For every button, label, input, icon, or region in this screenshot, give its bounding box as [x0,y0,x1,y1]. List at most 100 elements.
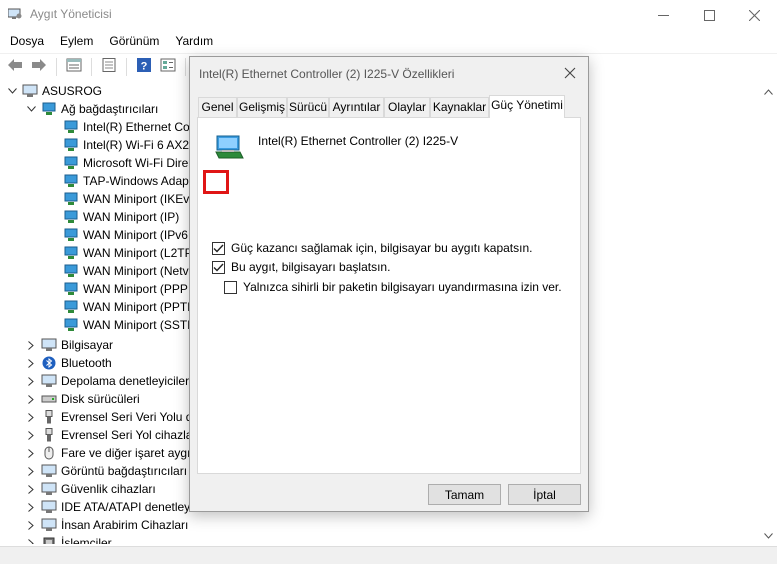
tree-adapter-item[interactable]: WAN Miniport (PPTF [63,298,195,316]
tree-adapter-label: Microsoft Wi-Fi Dire [83,156,189,170]
tab-surucu[interactable]: Sürücü [287,97,329,117]
back-arrow-icon [7,58,23,75]
option-wake-computer-label: Bu aygıt, bilgisayarı başlatsın. [231,260,391,274]
tree-adapter-item[interactable]: Intel(R) Wi-Fi 6 AX20 [63,136,196,154]
device-manager-icon [7,8,22,20]
scroll-down-icon[interactable] [764,528,773,542]
disk-drive-icon [41,392,57,406]
back-button[interactable] [4,56,26,78]
cancel-button[interactable]: İptal [508,484,581,505]
tab-kaynaklar[interactable]: Kaynaklar [430,97,489,117]
tree-category-item[interactable]: İşlemciler [25,534,112,544]
tree-category-label: Depolama denetleyiciler [61,374,190,388]
checkbox-wake-computer[interactable] [212,260,225,274]
network-adapter-icon [41,102,57,116]
tree-category-item[interactable]: Güvenlik cihazları [25,480,156,498]
tree-category-item[interactable]: Depolama denetleyiciler [25,372,189,390]
properties-dialog: Intel(R) Ethernet Controller (2) I225-V … [189,56,589,512]
tree-category-item[interactable]: İnsan Arabirim Cihazları [25,516,188,534]
minimize-button[interactable] [640,0,686,30]
tree-adapter-item[interactable]: WAN Miniport (SSTP [63,316,195,334]
chevron-right-icon[interactable] [25,429,37,441]
checkbox-magic-packet[interactable] [224,280,237,294]
chevron-right-icon[interactable] [25,393,37,405]
page-button[interactable] [98,56,120,78]
tree-category-item[interactable]: Bilgisayar [25,336,113,354]
vertical-scrollbar[interactable] [760,82,777,544]
network-card-icon [214,134,244,163]
tree-category-item[interactable]: Evrensel Seri Veri Yolu de [25,408,199,426]
tab-ayrintilar[interactable]: Ayrıntılar [329,97,384,117]
chevron-right-icon[interactable] [25,357,37,369]
maximize-button[interactable] [686,0,732,30]
tree-adapter-item[interactable]: Intel(R) Ethernet Cor [63,118,194,136]
tree-adapter-item[interactable]: WAN Miniport (L2TP [63,244,193,262]
tree-category-item[interactable]: Görüntü bağdaştırıcıları [25,462,187,480]
view-icon [160,58,176,75]
chevron-right-icon[interactable] [25,483,37,495]
tab-guc-yonetimi[interactable]: Güç Yönetimi [489,95,565,118]
network-adapter-icon [63,246,79,260]
option-wake-computer[interactable]: Bu aygıt, bilgisayarı başlatsın. [212,260,390,274]
close-button[interactable] [731,0,777,30]
dialog-close-button[interactable] [558,63,582,85]
checkbox-allow-turn-off[interactable] [212,241,225,255]
tree-category-item[interactable]: Fare ve diğer işaret aygıt [25,444,194,462]
tab-gelismis[interactable]: Gelişmiş [237,97,287,117]
menu-gorunum[interactable]: Görünüm [101,30,167,52]
tree-adapter-label: TAP-Windows Adapt [83,174,193,188]
tree-category-item[interactable]: IDE ATA/ATAPI denetleyi [25,498,193,516]
chevron-down-icon[interactable] [6,85,18,97]
tree-adapter-item[interactable]: WAN Miniport (IP) [63,208,179,226]
usb-device-icon [41,428,57,442]
chevron-right-icon[interactable] [25,411,37,423]
tree-category-label: Evrensel Seri Veri Yolu de [61,410,200,424]
scroll-up-icon[interactable] [764,84,773,98]
network-adapter-icon [63,156,79,170]
tree-adapter-item[interactable]: TAP-Windows Adapt [63,172,192,190]
chevron-right-icon[interactable] [25,537,37,544]
tree-adapter-item[interactable]: Microsoft Wi-Fi Dire [63,154,188,172]
chevron-right-icon[interactable] [25,519,37,531]
tree-adapter-item[interactable]: WAN Miniport (IPv6 [63,226,188,244]
mouse-icon [41,446,57,460]
tree-adapter-item[interactable]: WAN Miniport (IKEv [63,190,189,208]
forward-button[interactable] [28,56,50,78]
tree-adapter-label: WAN Miniport (PPTF [83,300,195,314]
toolbar-separator [91,57,92,76]
window-title: Aygıt Yöneticisi [30,7,112,21]
ok-button[interactable]: Tamam [428,484,501,505]
tree-category-item[interactable]: Evrensel Seri Yol cihazlar [25,426,196,444]
option-allow-turn-off-label: Güç kazancı sağlamak için, bilgisayar bu… [231,241,533,255]
network-adapter-icon [63,210,79,224]
option-allow-turn-off[interactable]: Güç kazancı sağlamak için, bilgisayar bu… [212,241,532,255]
chevron-right-icon[interactable] [25,339,37,351]
tab-olaylar[interactable]: Olaylar [384,97,430,117]
tree-root[interactable]: ASUSROG [6,82,102,100]
device-name: Intel(R) Ethernet Controller (2) I225-V [258,134,459,148]
toolbar-separator [126,57,127,76]
tree-adapter-item[interactable]: WAN Miniport (PPP [63,280,188,298]
chevron-right-icon[interactable] [25,375,37,387]
ide-controller-icon [41,500,57,514]
tree-category-item[interactable]: Bluetooth [25,354,112,372]
chevron-right-icon[interactable] [25,447,37,459]
chevron-down-icon[interactable] [25,103,37,115]
tab-genel[interactable]: Genel [198,97,237,117]
tree-adapter-item[interactable]: WAN Miniport (Netv [63,262,189,280]
chevron-right-icon[interactable] [25,465,37,477]
view-button[interactable] [157,56,179,78]
tree-category-item[interactable]: Disk sürücüleri [25,390,140,408]
menu-dosya[interactable]: Dosya [2,30,52,52]
menu-yardim[interactable]: Yardım [167,30,221,52]
menu-eylem[interactable]: Eylem [52,30,101,52]
help-button[interactable]: ? [133,56,155,78]
network-adapter-icon [63,174,79,188]
computer-icon [22,84,38,98]
properties-button[interactable] [63,56,85,78]
chevron-right-icon[interactable] [25,501,37,513]
tree-category-label: Ağ bağdaştırıcıları [61,102,159,116]
processor-icon [41,536,57,544]
tree-category-network-adapters[interactable]: Ağ bağdaştırıcıları [25,100,158,118]
option-magic-packet[interactable]: Yalnızca sihirli bir paketin bilgisayarı… [224,280,562,294]
